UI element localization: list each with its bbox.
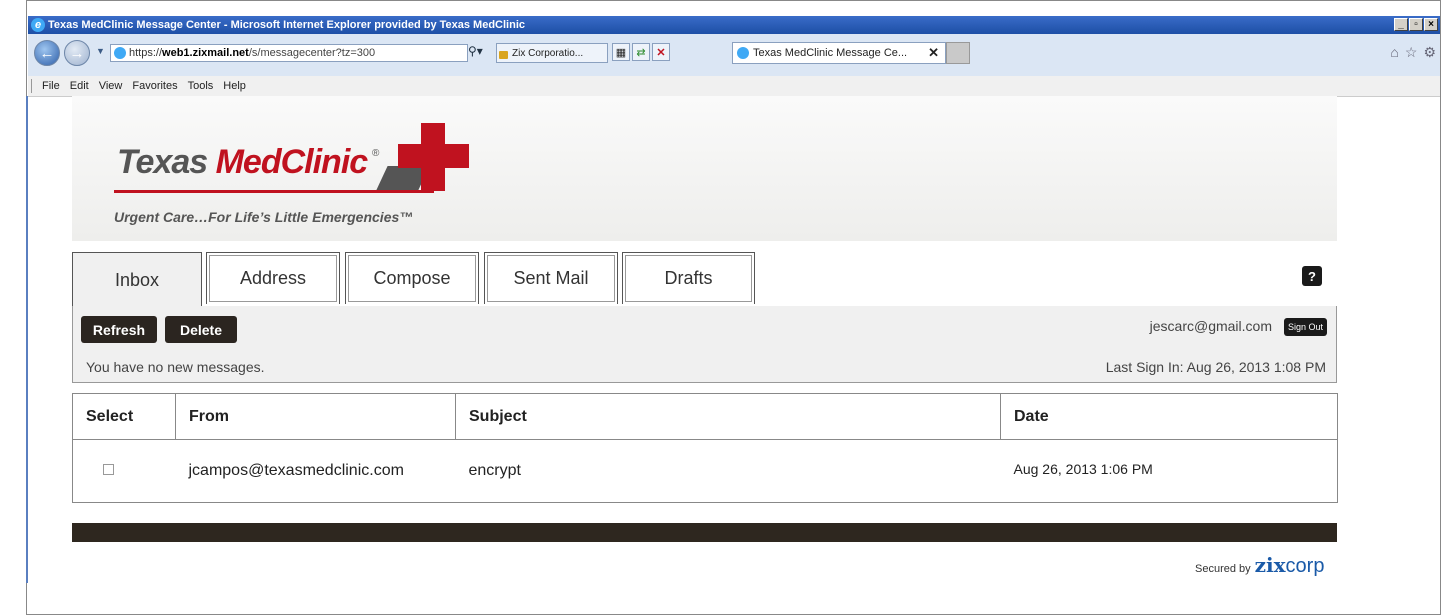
home-icon[interactable]: ⌂ bbox=[1390, 44, 1398, 61]
page-icon bbox=[114, 47, 126, 59]
history-dropdown-icon[interactable]: ▼ bbox=[96, 46, 105, 56]
menu-view[interactable]: View bbox=[99, 80, 123, 92]
tab-label: Inbox bbox=[114, 269, 160, 290]
column-header-from[interactable]: From bbox=[175, 393, 456, 440]
address-bar[interactable]: https:// web1.zixmail.net /s/messagecent… bbox=[110, 44, 468, 62]
minimize-button[interactable]: _ bbox=[1394, 18, 1408, 31]
menu-help[interactable]: Help bbox=[223, 80, 246, 92]
menu-bar: File Edit View Favorites Tools Help bbox=[28, 76, 1440, 97]
secured-by-text: Secured by bbox=[1195, 563, 1251, 575]
lock-icon bbox=[499, 51, 508, 59]
date-cell: Aug 26, 2013 1:06 PM bbox=[1000, 439, 1338, 503]
url-path: /s/messagecenter?tz=300 bbox=[248, 47, 376, 59]
maximize-button[interactable]: ▫ bbox=[1409, 18, 1423, 31]
tab-label: Sent Mail bbox=[513, 268, 589, 288]
help-button[interactable]: ? bbox=[1302, 266, 1322, 286]
medical-cross-bar bbox=[398, 144, 469, 168]
status-message: You have no new messages. bbox=[86, 359, 265, 375]
delete-button[interactable]: Delete bbox=[165, 316, 237, 343]
refresh-page-icon[interactable]: ⇄ bbox=[632, 43, 650, 61]
message-table: Select From Subject Date jcampos@texasme… bbox=[72, 393, 1338, 503]
menu-edit[interactable]: Edit bbox=[70, 80, 89, 92]
window-controls: _ ▫ × bbox=[1394, 18, 1438, 31]
security-report[interactable]: Zix Corporatio... bbox=[496, 43, 608, 63]
action-bar: Refresh Delete You have no new messages.… bbox=[72, 306, 1337, 383]
tab-address[interactable]: Address bbox=[206, 252, 340, 304]
tab-title: Texas MedClinic Message Ce... bbox=[753, 47, 908, 59]
subject-cell[interactable]: encrypt bbox=[455, 439, 1001, 503]
forward-button[interactable]: → bbox=[64, 40, 90, 66]
table-row[interactable]: jcampos@texasmedclinic.com encrypt Aug 2… bbox=[72, 439, 1338, 503]
last-sign-in: Last Sign In: Aug 26, 2013 1:08 PM bbox=[1105, 359, 1326, 375]
stop-icon[interactable]: ✕ bbox=[652, 43, 670, 61]
close-window-button[interactable]: × bbox=[1424, 18, 1438, 31]
left-edge-bar bbox=[26, 96, 28, 583]
column-header-select: Select bbox=[72, 393, 176, 440]
tab-sent-mail[interactable]: Sent Mail bbox=[484, 252, 618, 304]
security-label: Zix Corporatio... bbox=[512, 47, 584, 59]
tab-label: Compose bbox=[373, 268, 451, 288]
window-titlebar: e Texas MedClinic Message Center - Micro… bbox=[28, 16, 1440, 34]
browser-right-icons: ⌂ ☆ ⚙ bbox=[1390, 44, 1436, 61]
sign-out-button[interactable]: Sign Out bbox=[1283, 318, 1327, 336]
close-tab-icon[interactable]: ✕ bbox=[928, 45, 939, 61]
tab-drafts[interactable]: Drafts bbox=[622, 252, 755, 304]
new-tab-button[interactable] bbox=[946, 42, 970, 64]
brand-logo-text: Texas MedClinic bbox=[117, 143, 369, 182]
brand-name-part1: Texas bbox=[117, 143, 208, 181]
footer-bar bbox=[72, 523, 1337, 542]
browser-tab[interactable]: Texas MedClinic Message Ce... ✕ bbox=[732, 42, 946, 64]
search-dropdown-icon[interactable]: ⚲▾ bbox=[468, 44, 483, 58]
mail-tabs: Inbox Address Compose Sent Mail Drafts bbox=[72, 252, 1337, 307]
site-header: Texas MedClinic ® Urgent Care…For Life’s… bbox=[72, 96, 1337, 241]
brand-tagline: Urgent Care…For Life’s Little Emergencie… bbox=[114, 209, 414, 225]
gear-icon[interactable]: ⚙ bbox=[1423, 44, 1436, 61]
menu-grip bbox=[31, 79, 32, 93]
tab-page-icon bbox=[737, 47, 749, 59]
select-checkbox[interactable] bbox=[103, 464, 114, 475]
tab-compose[interactable]: Compose bbox=[345, 252, 479, 304]
url-protocol: https:// bbox=[129, 47, 163, 59]
secured-by-zixcorp: Secured by zix corp bbox=[1195, 553, 1324, 578]
from-cell[interactable]: jcampos@texasmedclinic.com bbox=[175, 439, 456, 503]
select-cell bbox=[72, 439, 176, 503]
browser-toolbar: ← → ▼ https:// web1.zixmail.net /s/messa… bbox=[28, 34, 1440, 76]
menu-file[interactable]: File bbox=[42, 80, 60, 92]
menu-favorites[interactable]: Favorites bbox=[132, 80, 177, 92]
back-button[interactable]: ← bbox=[34, 40, 60, 66]
window-title: Texas MedClinic Message Center - Microso… bbox=[48, 19, 525, 31]
refresh-button[interactable]: Refresh bbox=[81, 316, 157, 343]
tab-label: Drafts bbox=[664, 268, 713, 288]
zix-logo-text: zix bbox=[1254, 553, 1286, 577]
column-header-date[interactable]: Date bbox=[1000, 393, 1338, 440]
corp-logo-text: corp bbox=[1285, 555, 1325, 577]
tab-inbox[interactable]: Inbox bbox=[72, 252, 202, 307]
registered-mark: ® bbox=[372, 148, 380, 159]
column-header-subject[interactable]: Subject bbox=[455, 393, 1001, 440]
ie-logo-icon: e bbox=[31, 18, 45, 32]
menu-tools[interactable]: Tools bbox=[188, 80, 214, 92]
table-header-row: Select From Subject Date bbox=[72, 393, 1338, 440]
compatibility-icon[interactable]: ▦ bbox=[612, 43, 630, 61]
logo-underline bbox=[114, 190, 434, 193]
user-email: jescarc@gmail.com bbox=[1149, 318, 1272, 334]
url-host: web1.zixmail.net bbox=[162, 47, 249, 59]
favorites-star-icon[interactable]: ☆ bbox=[1405, 44, 1418, 61]
brand-name-part2: MedClinic bbox=[215, 143, 369, 181]
tab-label: Address bbox=[239, 268, 307, 288]
